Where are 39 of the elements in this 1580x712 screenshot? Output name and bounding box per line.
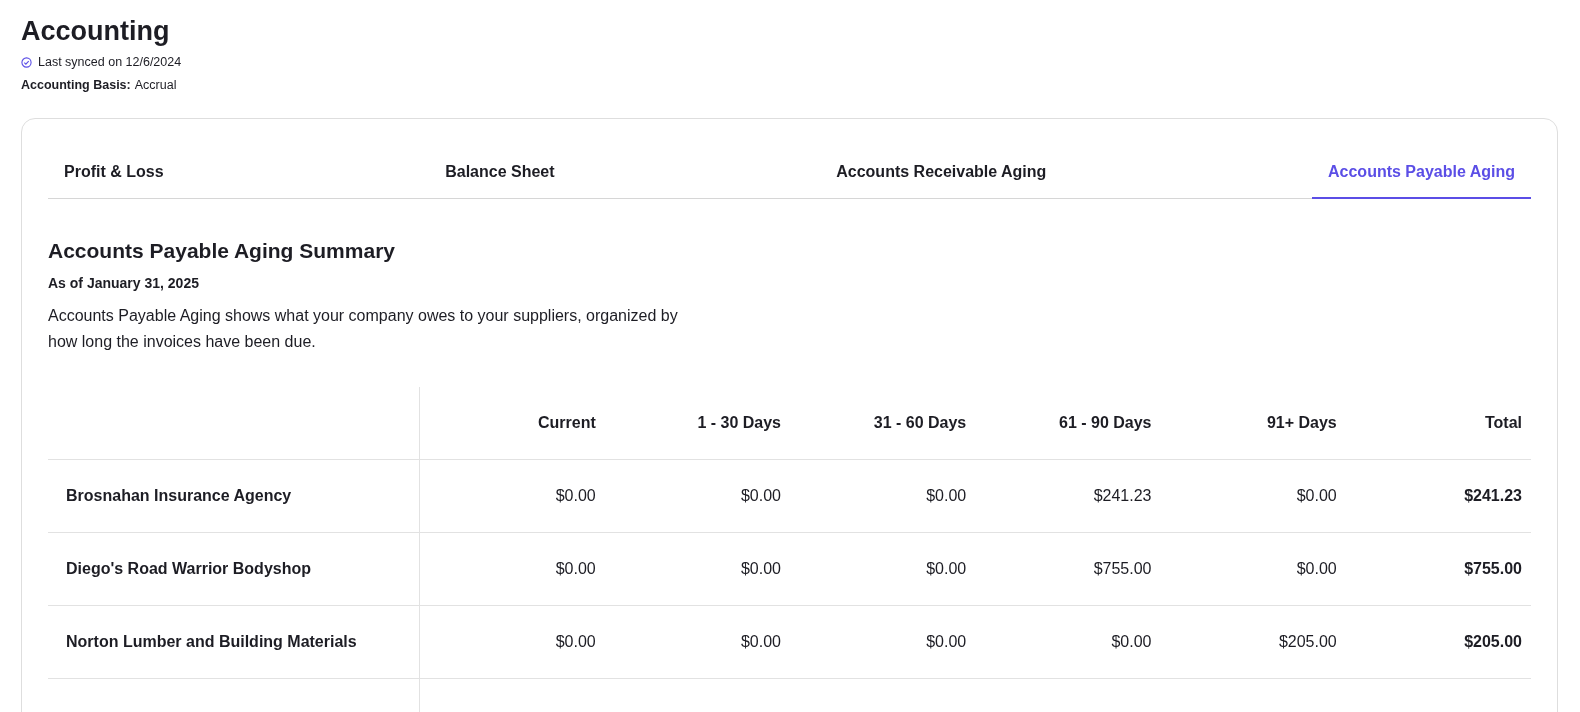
column-header: Total <box>1345 387 1531 460</box>
table-cell: $755.00 <box>975 532 1161 606</box>
column-header: 31 - 60 Days <box>790 387 976 460</box>
page-title: Accounting <box>21 16 171 47</box>
report-tab[interactable]: Accounts Payable Aging <box>1312 145 1531 199</box>
table-cell: $0.00 <box>419 605 605 679</box>
report-description: Accounts Payable Aging shows what your company owes to your suppliers, organized by how long the invoices have been due. <box>48 306 679 352</box>
table-cell: $205.00 <box>1160 605 1346 679</box>
vendor-name: Brosnahan Insurance Agency <box>48 459 420 533</box>
vendor-name: Norton Lumber and Building Materials <box>48 605 420 679</box>
report-tab[interactable]: Profit & Loss <box>48 145 180 199</box>
table-cell: $0.00 <box>790 605 976 679</box>
table-cell: $0.00 <box>419 459 605 533</box>
table-cell: $0.00 <box>790 459 976 533</box>
basis-value: Accrual <box>134 78 177 92</box>
table-cell: $241.23 <box>975 459 1161 533</box>
table-cell: $0.00 <box>975 605 1161 679</box>
table-cell: $0.00 <box>604 459 790 533</box>
table-cell: $0.00 <box>790 532 976 606</box>
report-title: Accounts Payable Aging Summary <box>48 239 396 263</box>
report-tab[interactable]: Accounts Receivable Aging <box>820 145 1063 199</box>
table-cell: $0.00 <box>604 605 790 679</box>
vendor-name: Diego's Road Warrior Bodyshop <box>48 532 420 606</box>
column-header: 1 - 30 Days <box>604 387 790 460</box>
column-header: 61 - 90 Days <box>975 387 1161 460</box>
table-cell: $0.00 <box>1160 459 1346 533</box>
sync-status: Last synced on 12/6/2024 <box>38 55 182 69</box>
total-cell: $755.00 <box>1345 532 1531 606</box>
total-cell: $205.00 <box>1345 605 1531 679</box>
column-header: Current <box>419 387 605 460</box>
table-cell: $0.00 <box>419 532 605 606</box>
report-date: As of January 31, 2025 <box>48 275 200 291</box>
table-cell: $0.00 <box>1160 532 1346 606</box>
basis-label: Accounting Basis: <box>21 78 131 92</box>
total-cell: $241.23 <box>1345 459 1531 533</box>
report-tab[interactable]: Balance Sheet <box>429 145 571 199</box>
check-circle-icon <box>21 56 32 68</box>
table-cell: $0.00 <box>604 532 790 606</box>
column-header: 91+ Days <box>1160 387 1346 460</box>
